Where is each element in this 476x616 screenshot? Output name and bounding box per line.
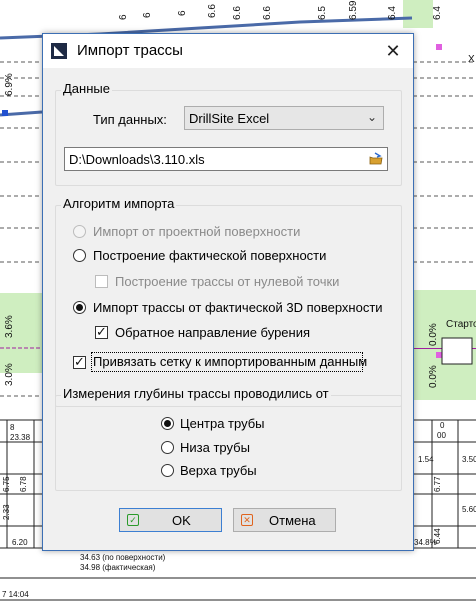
radio-pipe-bottom[interactable] [161, 441, 174, 454]
cad-table-value: 1.54 [418, 455, 434, 464]
cad-surface-note: 34.63 (по поверхности) [80, 553, 166, 562]
checkbox-snap-grid-label: Привязать сетку к импортированным данным [93, 354, 368, 369]
radio-import-design-surface-label: Импорт от проектной поверхности [93, 224, 301, 239]
radio-pipe-top[interactable] [161, 464, 174, 477]
radio-pipe-top-label: Верха трубы [180, 463, 257, 478]
cad-top-label: 6.6 [262, 6, 273, 20]
close-icon: ✕ [385, 41, 401, 61]
cad-slope-label: 3.6% [4, 315, 15, 338]
dialog-title: Импорт трассы [77, 42, 183, 59]
cad-slope-label: 0.0% [428, 323, 439, 346]
cad-top-label: 6 [118, 14, 129, 20]
checkbox-route-from-zero-label: Построение трассы от нулевой точки [115, 274, 340, 289]
ok-button-label: OK [172, 513, 191, 528]
cad-top-label: 6 [177, 10, 188, 16]
cad-table-value: 8 [10, 423, 15, 432]
checkbox-reverse-drilling[interactable] [95, 324, 108, 340]
cad-slope-label: 3.0% [4, 363, 15, 386]
data-type-select[interactable]: DrillSite Excel ⌄ [184, 106, 384, 130]
cad-table-value: 2.33 [2, 504, 11, 520]
cad-table-value: 6.77 [433, 476, 442, 492]
cad-slope-label: 6.9% [4, 73, 15, 96]
app-logo-icon [51, 43, 67, 59]
data-group-label: Данные [61, 81, 112, 96]
radio-pipe-center-label: Центра трубы [180, 416, 265, 431]
radio-import-design-surface[interactable] [73, 225, 86, 238]
radio-pipe-center[interactable] [161, 417, 174, 430]
dialog-title-bar[interactable]: Импорт трассы ✕ [43, 34, 413, 68]
data-type-label: Тип данных: [93, 112, 167, 127]
chevron-down-icon: ⌄ [366, 110, 377, 124]
ok-button[interactable]: ✓ OK [119, 508, 222, 532]
cancel-button-label: Отмена [269, 513, 316, 528]
close-button[interactable]: ✕ [379, 38, 407, 64]
data-group [55, 90, 402, 186]
cad-table-value: 23.38 [10, 433, 31, 442]
cad-table-value: 00 [437, 431, 446, 440]
cad-right-label: Стартов [446, 319, 476, 330]
file-path-field[interactable]: D:\Downloads\3.110.xls [64, 147, 388, 171]
cad-surface-note: 34.98 (фактическая) [80, 563, 156, 572]
cad-table-value: 5.60 [462, 505, 476, 514]
data-type-value: DrillSite Excel [189, 111, 270, 126]
cancel-icon: ✕ [241, 514, 253, 526]
cad-x-label: X [468, 54, 475, 65]
cad-table-value: 6.75 [2, 476, 11, 492]
cad-footer: 7 14:04 [2, 590, 29, 599]
cad-top-label: 6.6 [207, 4, 218, 18]
depth-group-label: Измерения глубины трассы проводились от [61, 386, 331, 401]
cad-top-label: 6.59 [348, 0, 359, 20]
radio-build-actual-surface[interactable] [73, 249, 86, 262]
cad-top-label: 6.4 [387, 6, 398, 20]
radio-pipe-bottom-label: Низа трубы [180, 440, 250, 455]
cad-table-value: 6.78 [19, 476, 28, 492]
cad-slope-label: 0.0% [428, 365, 439, 388]
cad-table-value: 34.8% [414, 538, 437, 547]
checkbox-snap-grid[interactable] [73, 354, 86, 370]
checkbox-reverse-drilling-label: Обратное направление бурения [115, 325, 311, 340]
cad-top-label: 6.4 [432, 6, 443, 20]
import-route-dialog: Импорт трассы ✕ Данные Тип данных: Drill… [42, 33, 414, 551]
cad-top-label: 6 [142, 12, 153, 18]
algorithm-group-label: Алгоритм импорта [61, 196, 177, 211]
checkbox-route-from-zero[interactable] [95, 275, 108, 288]
cancel-button[interactable]: ✕ Отмена [233, 508, 336, 532]
radio-import-actual-3d[interactable] [73, 301, 86, 314]
radio-build-actual-surface-label: Построение фактической поверхности [93, 248, 327, 263]
file-path-value: D:\Downloads\3.110.xls [69, 152, 205, 167]
cad-table-value: 3.50 [462, 455, 476, 464]
check-icon: ✓ [127, 514, 139, 526]
cad-table-value: 0 [440, 421, 445, 430]
cad-top-label: 6.5 [317, 6, 328, 20]
cad-table-value: 6.20 [12, 538, 28, 547]
radio-import-actual-3d-label: Импорт трассы от фактической 3D поверхно… [93, 300, 383, 315]
cad-top-label: 6.6 [232, 6, 243, 20]
browse-folder-icon[interactable] [369, 152, 383, 166]
